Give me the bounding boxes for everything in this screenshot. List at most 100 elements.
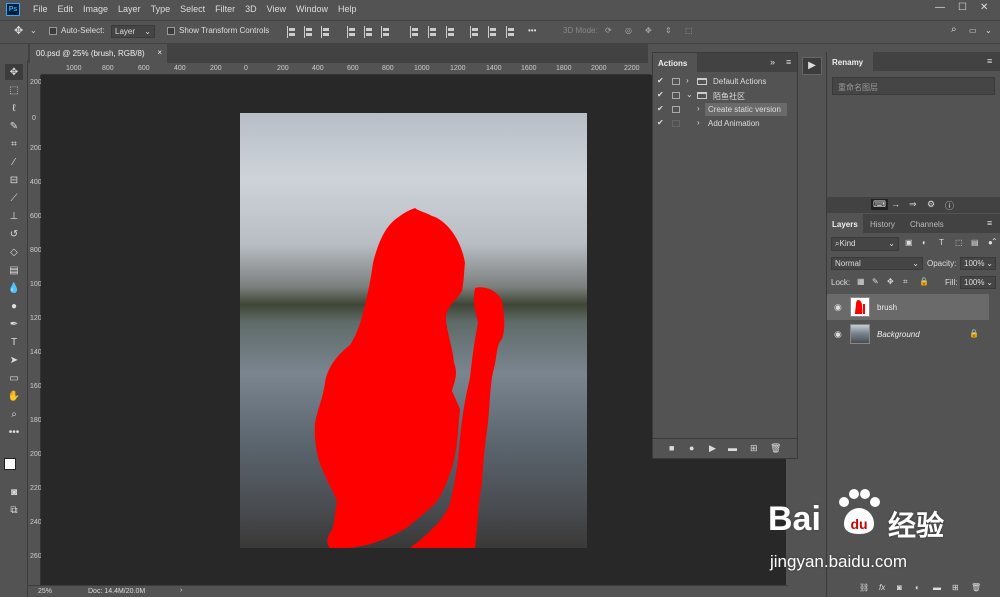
filter-pixel-icon[interactable]: ▣ — [905, 238, 913, 247]
panel-menu-icon[interactable]: ≡ — [987, 218, 992, 228]
menu-view[interactable]: View — [262, 4, 291, 14]
expand-arrow-icon[interactable]: › — [697, 104, 700, 113]
settings-icon[interactable]: ⚙ — [927, 199, 935, 210]
maximize-button[interactable]: ☐ — [958, 2, 967, 13]
tab-renamy[interactable]: Renamy — [827, 52, 873, 71]
dialog-toggle-icon[interactable] — [672, 78, 680, 85]
menu-filter[interactable]: Filter — [210, 4, 240, 14]
distribute-vcenter-icon[interactable] — [428, 26, 437, 38]
minimize-button[interactable]: — — [935, 2, 945, 13]
3d-rotate-icon[interactable]: ⟳ — [605, 26, 612, 35]
check-icon[interactable]: ✔ — [657, 76, 664, 85]
visibility-eye-icon[interactable]: ◉ — [834, 302, 842, 313]
3d-roll-icon[interactable]: ◎ — [625, 26, 632, 35]
panel-menu-icon[interactable]: ≡ — [987, 56, 992, 66]
tab-history[interactable]: History — [865, 214, 900, 233]
actions-tab[interactable]: Actions — [653, 53, 697, 72]
layer-name[interactable]: brush — [877, 303, 897, 312]
menu-layer[interactable]: Layer — [113, 4, 146, 14]
info-icon[interactable]: ⓘ — [945, 199, 954, 212]
trash-icon[interactable]: 🗑 — [971, 583, 981, 592]
action-add-animation[interactable]: ✔ › Add Animation — [653, 117, 797, 131]
new-action-icon[interactable]: ⊞ — [750, 443, 758, 454]
panel-menu-icon[interactable]: ≡ — [786, 57, 791, 67]
tab-channels[interactable]: Channels — [905, 214, 949, 233]
screen-mode-icon[interactable]: ⧉ — [5, 502, 23, 518]
workspace-icon[interactable]: ▭ — [969, 26, 977, 35]
eyedropper-tool-icon[interactable]: ⁄ — [5, 154, 23, 170]
document-image[interactable] — [240, 113, 587, 548]
filter-adjustment-icon[interactable]: ◐ — [922, 238, 927, 247]
new-layer-icon[interactable]: ⊞ — [952, 583, 959, 592]
menu-help[interactable]: Help — [333, 4, 362, 14]
dialog-toggle-icon[interactable] — [672, 106, 680, 113]
expand-arrow-icon[interactable]: › — [686, 76, 689, 85]
type-tool-icon[interactable]: T — [5, 334, 23, 350]
adjustment-layer-icon[interactable]: ◐ — [915, 583, 920, 592]
tab-layers[interactable]: Layers — [827, 214, 863, 233]
play-icon[interactable]: ▶ — [709, 443, 716, 454]
collapse-arrow-icon[interactable]: ⌄ — [686, 90, 693, 99]
menu-type[interactable]: Type — [146, 4, 176, 14]
fx-icon[interactable]: fx — [879, 583, 885, 592]
status-menu-arrow[interactable]: › — [180, 587, 182, 594]
opacity-input[interactable]: 100% ⌄ — [960, 257, 996, 270]
foreground-color-swatch[interactable] — [4, 458, 16, 470]
zoom-tool-icon[interactable]: ⌕ — [5, 406, 23, 422]
scroll-up-icon[interactable]: ⌃ — [991, 237, 998, 246]
stamp-tool-icon[interactable]: ⊥ — [5, 208, 23, 224]
dialog-toggle-icon[interactable] — [672, 92, 680, 99]
collapse-icon[interactable]: » — [770, 57, 775, 67]
action-set-custom[interactable]: ✔ ⌄ 陌鱼社区 — [653, 89, 797, 103]
align-hcenter-icon[interactable] — [364, 26, 373, 38]
action-set-default[interactable]: ✔ › Default Actions — [653, 75, 797, 89]
distribute-left-icon[interactable] — [470, 26, 479, 38]
blend-mode-dropdown[interactable]: Normal ⌄ — [831, 257, 923, 270]
auto-select-checkbox[interactable] — [49, 26, 60, 35]
chevron-down-icon[interactable]: ⌄ — [985, 26, 992, 35]
history-brush-tool-icon[interactable]: ↺ — [5, 226, 23, 242]
link-layers-icon[interactable]: ⛓ — [859, 583, 869, 592]
lock-position-icon[interactable]: ✥ — [887, 277, 894, 286]
shape-tool-icon[interactable]: ▭ — [5, 370, 23, 386]
menu-window[interactable]: Window — [291, 4, 333, 14]
stop-icon[interactable]: ■ — [669, 443, 674, 453]
lock-all-icon[interactable]: 🔒 — [919, 277, 929, 286]
distribute-top-icon[interactable] — [410, 26, 419, 38]
lock-transparent-icon[interactable]: ▦ — [857, 277, 865, 286]
align-top-icon[interactable] — [287, 26, 296, 38]
dodge-tool-icon[interactable]: ● — [5, 298, 23, 314]
arrow-right-icon[interactable]: → — [891, 199, 900, 209]
align-bottom-icon[interactable] — [321, 26, 330, 38]
menu-image[interactable]: Image — [78, 4, 113, 14]
zoom-level[interactable]: 25% — [38, 588, 52, 595]
filter-shape-icon[interactable]: ⬚ — [955, 238, 963, 247]
3d-pan-icon[interactable]: ✥ — [645, 26, 652, 35]
chevron-down-icon[interactable]: ⌄ — [30, 26, 37, 35]
fill-input[interactable]: 100% ⌄ — [960, 276, 996, 289]
pen-tool-icon[interactable]: ✒ — [5, 316, 23, 332]
filter-smart-object-icon[interactable]: ▤ — [971, 238, 979, 247]
menu-edit[interactable]: Edit — [53, 4, 79, 14]
rename-icon[interactable]: ⌨ — [871, 199, 888, 210]
menu-3d[interactable]: 3D — [240, 4, 262, 14]
marquee-tool-icon[interactable]: ⬚ — [5, 82, 23, 98]
layer-name[interactable]: Background — [877, 330, 920, 339]
distribute-right-icon[interactable] — [506, 26, 515, 38]
crop-tool-icon[interactable]: ⌗ — [5, 136, 23, 152]
check-icon[interactable]: ✔ — [657, 90, 664, 99]
healing-tool-icon[interactable]: ⊟ — [5, 172, 23, 188]
more-options-icon[interactable]: ••• — [528, 26, 536, 35]
menu-file[interactable]: File — [28, 4, 53, 14]
align-right-icon[interactable] — [381, 26, 390, 38]
gradient-tool-icon[interactable]: ▤ — [5, 262, 23, 278]
check-icon[interactable]: ✔ — [657, 104, 664, 113]
lasso-tool-icon[interactable]: ℓ — [5, 100, 23, 116]
align-left-icon[interactable] — [347, 26, 356, 38]
search-icon[interactable]: ⌕ — [951, 24, 957, 35]
move-tool-icon[interactable]: ✥ — [14, 24, 23, 37]
layer-row-background[interactable]: ◉ Background 🔒 — [827, 321, 990, 347]
filter-kind-dropdown[interactable]: ⌕Kind ⌄ — [831, 237, 899, 251]
brush-tool-icon[interactable]: ⟋ — [5, 190, 23, 206]
document-tab[interactable]: 00.psd @ 25% (brush, RGB/8) × — [30, 44, 167, 63]
